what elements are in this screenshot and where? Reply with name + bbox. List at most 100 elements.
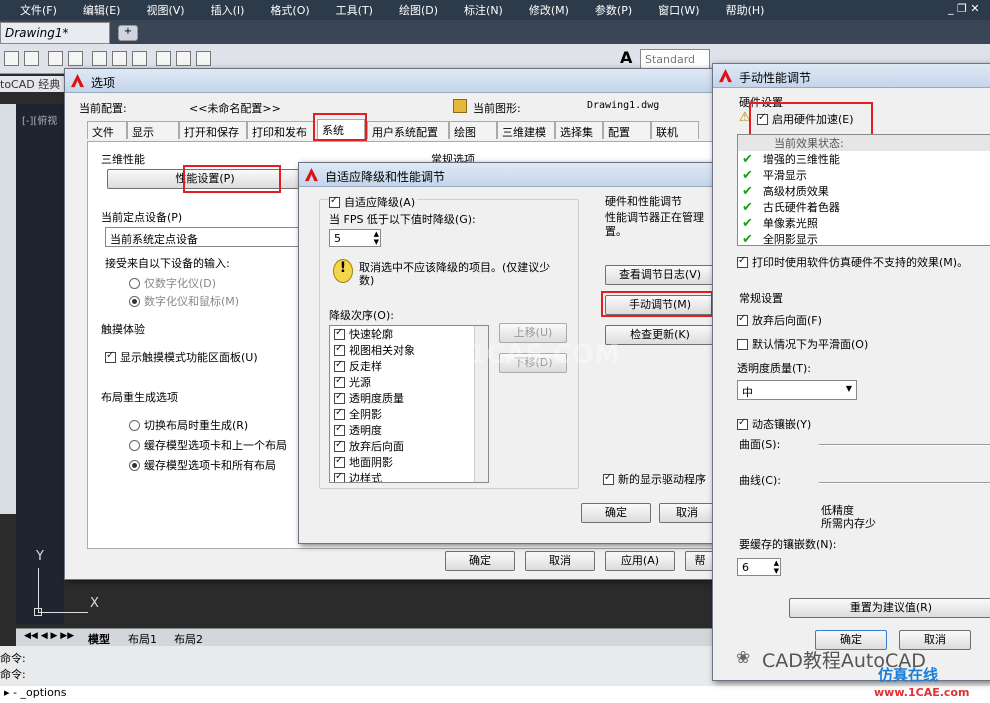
options-cancel-button[interactable]: 取消 bbox=[525, 551, 595, 571]
touch-ribbon-checkbox[interactable]: 显示触摸模式功能区面板(U) bbox=[105, 349, 258, 365]
new-tab-button[interactable]: + bbox=[118, 25, 138, 41]
watermark-center: 1CAE.COM bbox=[468, 340, 620, 370]
ucs-y-axis bbox=[38, 568, 39, 612]
surface-slider[interactable] bbox=[819, 444, 990, 446]
command-input-line[interactable]: ▸ - _options bbox=[0, 686, 990, 703]
doc-tab[interactable]: Drawing1* bbox=[0, 22, 110, 44]
options-ok-button[interactable]: 确定 bbox=[445, 551, 515, 571]
drawing-canvas[interactable]: [-][俯视 Y bbox=[16, 104, 88, 624]
window-controls[interactable]: _ ❐ ✕ bbox=[948, 2, 980, 15]
menu-parametric[interactable]: 参数(P) bbox=[595, 2, 632, 18]
adaptive-ok-button[interactable]: 确定 bbox=[581, 503, 651, 523]
preview-icon[interactable] bbox=[68, 51, 83, 66]
check-icon: ✔ bbox=[742, 232, 753, 246]
paste-icon[interactable] bbox=[132, 51, 147, 66]
curve-slider[interactable] bbox=[819, 482, 990, 484]
undo-icon[interactable] bbox=[176, 51, 191, 66]
view-tuning-log-button[interactable]: 查看调节日志(V) bbox=[605, 265, 715, 285]
tab-3d-modeling[interactable]: 三维建模 bbox=[497, 121, 555, 139]
command-input[interactable]: _options bbox=[20, 686, 66, 699]
dynamic-tessellation-checkbox[interactable]: 动态镶嵌(Y) bbox=[737, 416, 811, 432]
radio-regen-switch[interactable]: 切换布局时重生成(R) bbox=[129, 417, 248, 433]
tab-profiles[interactable]: 配置 bbox=[603, 121, 651, 139]
menu-window[interactable]: 窗口(W) bbox=[658, 2, 699, 18]
manual-title-bar[interactable]: 手动性能调节 bbox=[713, 64, 990, 88]
tab-user-prefs[interactable]: 用户系统配置 bbox=[367, 121, 449, 139]
tab-files[interactable]: 文件 bbox=[87, 121, 127, 139]
menu-modify[interactable]: 修改(M) bbox=[529, 2, 569, 18]
list-item[interactable]: 全阴影 bbox=[330, 406, 488, 422]
list-item[interactable]: 放弃后向面 bbox=[330, 438, 488, 454]
menu-dimension[interactable]: 标注(N) bbox=[464, 2, 503, 18]
menu-view[interactable]: 视图(V) bbox=[146, 2, 184, 18]
wechat-icon: ❀ bbox=[736, 648, 751, 668]
highlight-system-tab bbox=[313, 113, 367, 141]
save-icon[interactable] bbox=[4, 51, 19, 66]
menu-format[interactable]: 格式(O) bbox=[270, 2, 309, 18]
plot-icon[interactable] bbox=[48, 51, 63, 66]
transparency-select[interactable]: 中 ▼ bbox=[737, 380, 857, 400]
print-icon[interactable] bbox=[24, 51, 39, 66]
list-item[interactable]: 视图相关对象 bbox=[330, 342, 488, 358]
list-item[interactable]: 透明度 bbox=[330, 422, 488, 438]
radio-cache-last[interactable]: 缓存模型选项卡和上一个布局 bbox=[129, 437, 287, 453]
tab-open-save[interactable]: 打开和保存 bbox=[179, 121, 247, 139]
effects-list[interactable]: 当前效果状态: ✔ 增强的三维性能 ✔ 平滑显示 ✔ 高级材质效果 ✔ 古氏硬件着色器 … bbox=[737, 134, 990, 246]
menu-draw[interactable]: 绘图(D) bbox=[399, 2, 438, 18]
smooth-faces-checkbox[interactable]: 默认情况下为平滑面(O) bbox=[737, 336, 868, 352]
degradation-order-list[interactable]: 快速轮廓 视图相关对象 反走样 光源 透明度质量 全阴影 透明度 放弃后向面 地… bbox=[329, 325, 489, 483]
list-item[interactable]: 光源 bbox=[330, 374, 488, 390]
menu-help[interactable]: 帮助(H) bbox=[726, 2, 765, 18]
pointing-device-select[interactable]: 当前系统定点设备 bbox=[105, 227, 301, 247]
list-item[interactable]: 地面阴影 bbox=[330, 454, 488, 470]
tab-layout1[interactable]: 布局1 bbox=[128, 631, 157, 647]
menu-insert[interactable]: 插入(I) bbox=[211, 2, 245, 18]
options-tab-strip: 文件 显示 打开和保存 打印和发布 系统 用户系统配置 绘图 三维建模 选择集 … bbox=[87, 119, 715, 141]
tab-selection[interactable]: 选择集 bbox=[555, 121, 603, 139]
cut-icon[interactable] bbox=[92, 51, 107, 66]
effect-row: ✔ 高级材质效果 bbox=[742, 184, 829, 199]
radio-digitizer-mouse[interactable]: 数字化仪和鼠标(M) bbox=[129, 293, 239, 309]
adaptive-title-bar[interactable]: 自适应降级和性能调节 bbox=[299, 163, 713, 187]
viewport-label[interactable]: [-][俯视 bbox=[22, 112, 57, 127]
reset-recommended-button[interactable]: 重置为建议值(R) bbox=[789, 598, 990, 618]
check-updates-button[interactable]: 检查更新(K) bbox=[605, 325, 715, 345]
menu-edit[interactable]: 编辑(E) bbox=[83, 2, 121, 18]
match-icon[interactable] bbox=[156, 51, 171, 66]
options-help-button[interactable]: 帮 bbox=[685, 551, 715, 571]
list-item[interactable]: 透明度质量 bbox=[330, 390, 488, 406]
tab-online[interactable]: 联机 bbox=[651, 121, 699, 139]
adaptive-title: 自适应降级和性能调节 bbox=[325, 170, 446, 184]
new-driver-checkbox[interactable]: 新的显示驱动程序 bbox=[603, 471, 706, 487]
list-item[interactable]: 快速轮廓 bbox=[330, 326, 488, 342]
adaptive-degradation-checkbox[interactable]: 自适应降级(A) bbox=[329, 194, 418, 210]
radio-cache-all[interactable]: 缓存模型选项卡和所有布局 bbox=[129, 457, 276, 473]
autocad-logo-icon bbox=[718, 68, 733, 83]
tab-plot-publish[interactable]: 打印和发布 bbox=[247, 121, 315, 139]
check-icon: ✔ bbox=[742, 216, 753, 231]
draw-toolbar bbox=[0, 104, 16, 514]
text-style-select[interactable]: Standard bbox=[640, 49, 710, 69]
options-title-bar[interactable]: 选项 bbox=[65, 69, 713, 93]
highlight-perf-button bbox=[183, 165, 281, 193]
options-apply-button[interactable]: 应用(A) bbox=[605, 551, 675, 571]
menu-file[interactable]: 文件(F) bbox=[20, 2, 57, 18]
text-style-icon[interactable]: A bbox=[620, 48, 632, 67]
list-item[interactable]: 边样式 bbox=[330, 470, 488, 482]
tab-layout2[interactable]: 布局2 bbox=[174, 631, 203, 647]
workspace-label[interactable]: toCAD 经典 bbox=[0, 76, 70, 92]
tab-drafting[interactable]: 绘图 bbox=[449, 121, 497, 139]
menu-tools[interactable]: 工具(T) bbox=[336, 2, 373, 18]
print-emulate-checkbox[interactable]: 打印时使用软件仿真硬件不支持的效果(M)。 bbox=[737, 254, 968, 270]
adaptive-cancel-button[interactable]: 取消 bbox=[659, 503, 715, 523]
tab-model[interactable]: 模型 bbox=[88, 631, 110, 647]
redo-icon[interactable] bbox=[196, 51, 211, 66]
discard-back-faces-checkbox[interactable]: 放弃后向面(F) bbox=[737, 312, 822, 328]
tab-display[interactable]: 显示 bbox=[127, 121, 179, 139]
profile-value: <<未命名配置>> bbox=[189, 102, 281, 115]
cache-spinner[interactable]: 6 ▲ ▼ bbox=[737, 558, 781, 576]
fps-spinner[interactable]: 5 ▲ ▼ bbox=[329, 229, 381, 247]
radio-digitizer-only[interactable]: 仅数字化仪(D) bbox=[129, 275, 216, 291]
copy-icon[interactable] bbox=[112, 51, 127, 66]
list-item[interactable]: 反走样 bbox=[330, 358, 488, 374]
